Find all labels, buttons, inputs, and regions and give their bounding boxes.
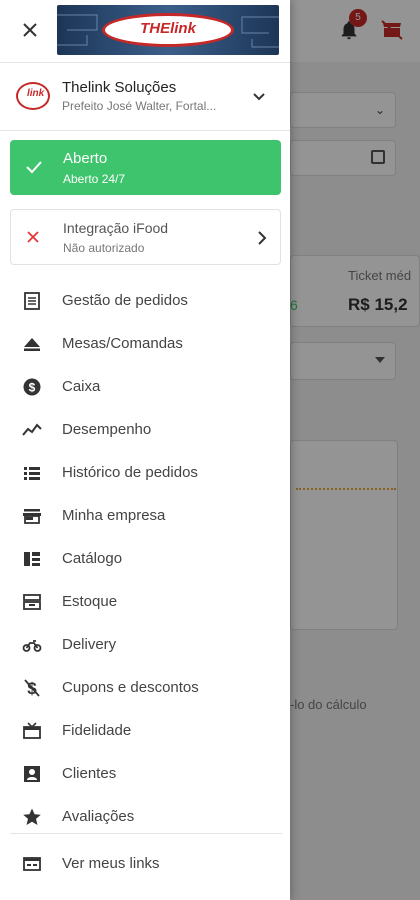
menu-item-label: Delivery bbox=[62, 636, 117, 653]
chevron-down-icon bbox=[253, 93, 265, 101]
store-address: Prefeito José Walter, Fortal... bbox=[62, 99, 217, 113]
navigation-drawer: THElink link Thelink Soluções Prefeito J… bbox=[0, 0, 290, 900]
menu-item-label: Minha empresa bbox=[62, 507, 166, 524]
menu-item-label: Clientes bbox=[62, 765, 117, 782]
list-icon bbox=[22, 463, 42, 483]
menu-item-catalogo[interactable]: Catálogo bbox=[0, 538, 290, 581]
menu-item-label: Desempenho bbox=[62, 421, 152, 438]
menu-item-historico-de-pedidos[interactable]: Histórico de pedidos bbox=[0, 452, 290, 495]
close-icon bbox=[23, 23, 37, 37]
check-icon bbox=[26, 161, 42, 174]
menu-item-estoque[interactable]: Estoque bbox=[0, 581, 290, 624]
store-icon bbox=[22, 506, 42, 526]
brand-logo: THElink bbox=[140, 20, 196, 37]
inventory-icon bbox=[22, 592, 42, 612]
web-link-icon bbox=[22, 854, 42, 874]
status-subtitle: Aberto 24/7 bbox=[63, 172, 126, 186]
ifood-title: Integração iFood bbox=[63, 220, 169, 236]
store-name: Thelink Soluções bbox=[62, 79, 177, 96]
receipt-icon bbox=[22, 291, 42, 311]
menu-item-label: Mesas/Comandas bbox=[62, 335, 183, 352]
store-status-button[interactable]: Aberto Aberto 24/7 bbox=[10, 140, 281, 195]
menu-item-fidelidade[interactable]: Fidelidade bbox=[0, 710, 290, 753]
menu-item-caixa[interactable]: $ Caixa bbox=[0, 366, 290, 409]
catalog-grid-icon bbox=[22, 549, 42, 569]
ifood-integration-button[interactable]: Integração iFood Não autorizado bbox=[10, 209, 281, 265]
menu-item-clientes[interactable]: Clientes bbox=[0, 753, 290, 796]
divider bbox=[10, 833, 282, 834]
menu-item-label: Avaliações bbox=[62, 808, 135, 825]
divider bbox=[0, 62, 290, 63]
menu-item-label: Gestão de pedidos bbox=[62, 292, 188, 309]
menu-item-cupons-e-descontos[interactable]: $ Cupons e descontos bbox=[0, 667, 290, 710]
star-icon bbox=[22, 807, 42, 827]
svg-text:$: $ bbox=[29, 381, 36, 395]
menu-item-label: Caixa bbox=[62, 378, 101, 395]
ifood-subtitle: Não autorizado bbox=[63, 241, 145, 255]
menu-item-label: Fidelidade bbox=[62, 722, 132, 739]
dollar-circle-icon: $ bbox=[22, 377, 42, 397]
loyalty-icon bbox=[22, 721, 42, 741]
menu-item-label: Ver meus links bbox=[62, 855, 160, 872]
eject-icon bbox=[22, 334, 42, 354]
close-icon bbox=[27, 231, 39, 243]
drawer-menu: Gestão de pedidos Mesas/Comandas $ Caixa… bbox=[0, 280, 290, 839]
store-selector[interactable]: link Thelink Soluções Prefeito José Walt… bbox=[0, 66, 290, 128]
menu-item-gestao-de-pedidos[interactable]: Gestão de pedidos bbox=[0, 280, 290, 323]
motorbike-icon bbox=[22, 635, 42, 655]
divider bbox=[0, 130, 290, 131]
chevron-right-icon bbox=[258, 231, 267, 245]
trending-line-icon bbox=[22, 420, 42, 440]
status-title: Aberto bbox=[63, 150, 108, 167]
account-box-icon bbox=[22, 764, 42, 784]
menu-item-desempenho[interactable]: Desempenho bbox=[0, 409, 290, 452]
menu-item-label: Catálogo bbox=[62, 550, 123, 567]
menu-item-ver-meus-links[interactable]: Ver meus links bbox=[0, 843, 290, 886]
close-button[interactable] bbox=[18, 18, 42, 42]
menu-item-mesas-comandas[interactable]: Mesas/Comandas bbox=[0, 323, 290, 366]
menu-item-minha-empresa[interactable]: Minha empresa bbox=[0, 495, 290, 538]
store-logo: link bbox=[16, 82, 50, 110]
menu-item-label: Cupons e descontos bbox=[62, 679, 199, 696]
brand-banner: THElink bbox=[57, 5, 279, 55]
menu-item-label: Estoque bbox=[62, 593, 118, 610]
money-off-icon: $ bbox=[22, 678, 42, 698]
menu-item-label: Histórico de pedidos bbox=[62, 464, 198, 481]
menu-item-delivery[interactable]: Delivery bbox=[0, 624, 290, 667]
